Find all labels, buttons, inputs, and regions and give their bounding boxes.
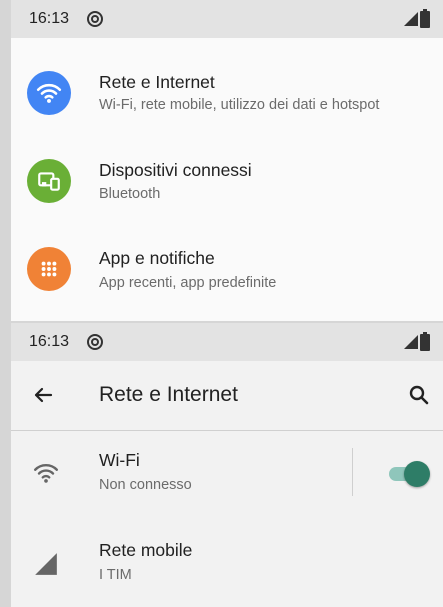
wifi-row[interactable]: Wi-Fi Non connesso (11, 450, 443, 502)
search-icon[interactable] (407, 383, 431, 407)
cell-signal-icon (35, 553, 57, 575)
status-time: 16:13 (29, 333, 70, 350)
status-time: 16:13 (29, 10, 70, 27)
sync-icon (87, 334, 103, 350)
page-title: Rete e Internet (99, 383, 238, 406)
menu-item-dispositivi-connessi[interactable]: Dispositivi connessi Bluetooth (11, 159, 443, 233)
menu-item-subtitle: App recenti, app predefinite (99, 275, 277, 291)
menu-item-rete-internet[interactable]: Rete e Internet Wi-Fi, rete mobile, util… (11, 71, 443, 145)
sync-icon (87, 11, 103, 27)
wifi-icon (27, 71, 71, 115)
apps-grid-icon (27, 247, 71, 291)
toolbar: Rete e Internet (11, 361, 443, 430)
signal-icon (404, 12, 418, 26)
menu-item-title: Rete e Internet (99, 72, 215, 92)
network-screen: 16:13 Rete e Internet Wi-Fi Non connesso… (11, 323, 443, 607)
battery-icon (420, 332, 430, 351)
menu-item-app-notifiche[interactable]: App e notifiche App recenti, app predefi… (11, 247, 443, 321)
menu-item-title: App e notifiche (99, 248, 215, 268)
wifi-toggle[interactable] (387, 461, 431, 487)
status-bar: 16:13 (11, 323, 443, 361)
menu-item-subtitle: Bluetooth (99, 186, 161, 202)
mobile-network-operator: I TIM (99, 567, 132, 583)
settings-screen: 16:13 Rete e Internet Wi-Fi, rete mobile… (11, 0, 443, 321)
mobile-network-row[interactable]: Rete mobile I TIM (11, 540, 443, 592)
status-bar: 16:13 (11, 0, 443, 38)
wifi-toggle-separator (352, 448, 353, 496)
battery-icon (420, 9, 430, 28)
wifi-toggle-thumb (404, 461, 430, 487)
wifi-status: Non connesso (99, 477, 192, 493)
menu-item-subtitle: Wi-Fi, rete mobile, utilizzo dei dati e … (99, 97, 380, 113)
mobile-network-title: Rete mobile (99, 540, 193, 560)
wifi-title: Wi-Fi (99, 450, 140, 470)
devices-icon (27, 159, 71, 203)
wifi-icon (33, 464, 59, 483)
back-arrow-icon[interactable] (31, 383, 55, 407)
toolbar-divider (11, 430, 443, 431)
signal-icon (404, 335, 418, 349)
menu-item-title: Dispositivi connessi (99, 160, 252, 180)
